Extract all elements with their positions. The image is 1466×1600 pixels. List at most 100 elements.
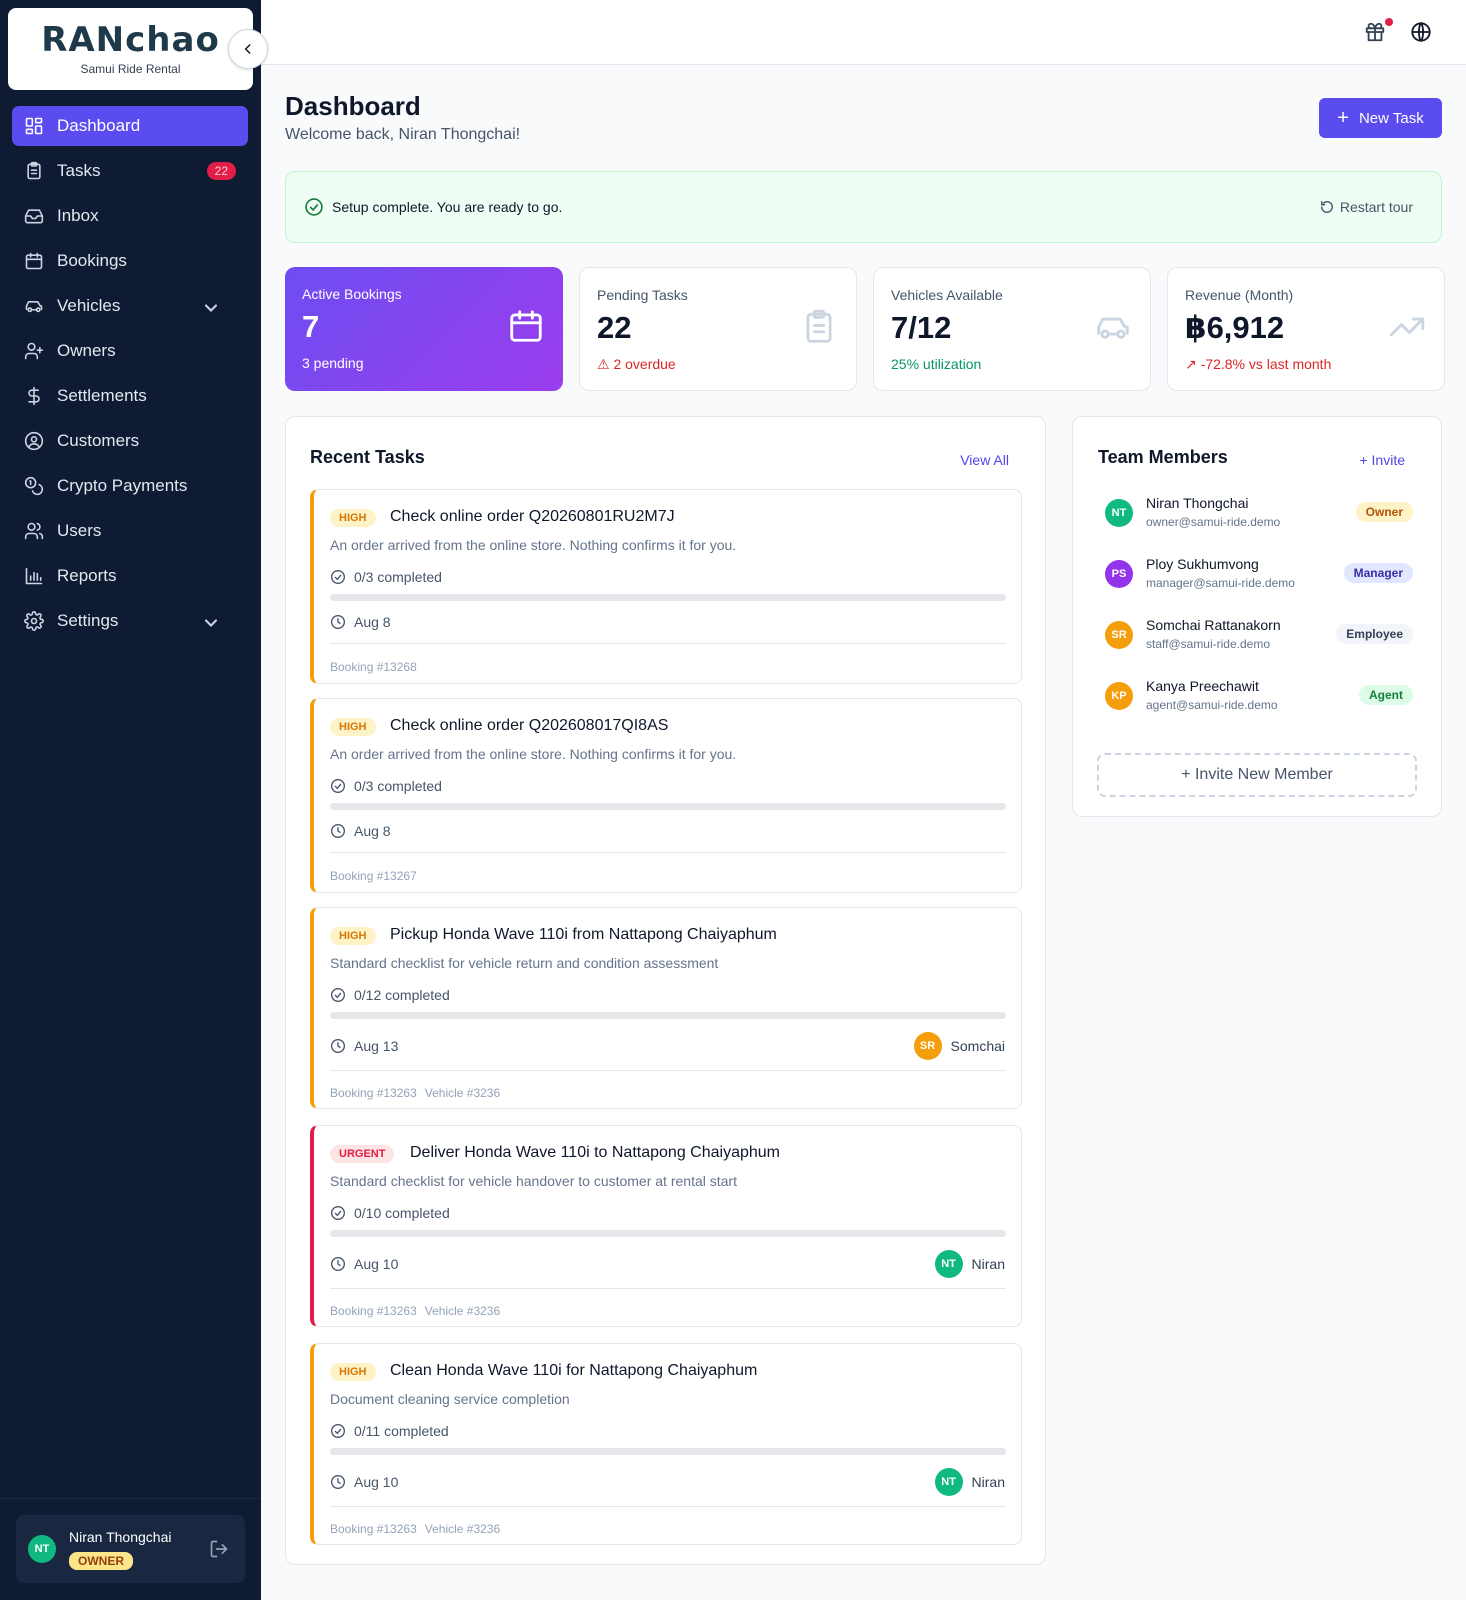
task-item[interactable]: URGENT Deliver Honda Wave 110i to Nattapo…	[310, 1125, 1022, 1327]
stat-label: Active Bookings	[302, 286, 402, 302]
task-title: Check online order Q20260801RU2M7J	[390, 508, 675, 525]
task-reference[interactable]: Vehicle #3236	[425, 1304, 500, 1318]
task-due-date: Aug 10	[330, 1256, 398, 1272]
task-reference[interactable]: Booking #13267	[330, 869, 417, 883]
calendar-icon	[25, 252, 43, 270]
task-item[interactable]: HIGH Check online order Q20260801RU2M7J An…	[310, 489, 1022, 684]
sidebar-item-label: Reports	[57, 566, 117, 585]
task-reference[interactable]: Booking #13263	[330, 1522, 417, 1536]
progress-label: 0/3 completed	[354, 778, 442, 794]
clock-icon	[331, 1039, 345, 1053]
collapse-sidebar-button[interactable]	[228, 29, 268, 69]
task-references: Booking #13263 Vehicle #3236	[330, 1522, 508, 1536]
member-name: Ploy Sukhumvong	[1146, 556, 1259, 572]
team-member-row[interactable]: NT Niran Thongchai owner@samui-ride.demo Ow…	[1105, 495, 1413, 535]
setup-banner: Setup complete. You are ready to go. Res…	[285, 171, 1442, 243]
check-circle-icon	[331, 570, 345, 584]
sidebar-item-crypto-payments[interactable]: Crypto Payments	[12, 466, 248, 506]
restart-tour-label: Restart tour	[1339, 199, 1413, 215]
check-circle-icon	[331, 988, 345, 1002]
plus-icon: +	[1337, 107, 1349, 129]
stat-footnote: ↗ -72.8% vs last month	[1185, 356, 1331, 373]
task-progress-text: 0/11 completed	[330, 1423, 449, 1439]
task-item[interactable]: HIGH Clean Honda Wave 110i for Nattapong …	[310, 1343, 1022, 1545]
task-reference[interactable]: Booking #13268	[330, 660, 417, 674]
priority-badge: HIGH	[330, 1363, 376, 1381]
sidebar-item-settlements[interactable]: Settlements	[12, 376, 248, 416]
team-member-row[interactable]: PS Ploy Sukhumvong manager@samui-ride.demo…	[1105, 556, 1413, 596]
notification-dot	[1385, 18, 1393, 26]
task-assignee[interactable]: SR Somchai	[913, 1032, 1005, 1060]
current-user-name: Niran Thongchai	[69, 1529, 172, 1545]
stat-card-active-bookings[interactable]: Active Bookings 7 3 pending	[285, 267, 563, 391]
task-item[interactable]: HIGH Pickup Honda Wave 110i from Nattapon…	[310, 907, 1022, 1109]
task-assignee[interactable]: NT Niran	[934, 1250, 1005, 1278]
view-all-link[interactable]: View All	[960, 452, 1009, 468]
sidebar-item-users[interactable]: Users	[12, 511, 248, 551]
task-reference[interactable]: Vehicle #3236	[425, 1086, 500, 1100]
stat-footnote: 3 pending	[302, 355, 364, 371]
divider	[330, 1506, 1006, 1507]
new-task-button[interactable]: + New Task	[1319, 98, 1442, 138]
task-assignee[interactable]: NT Niran	[934, 1468, 1005, 1496]
stat-icon-wrap	[507, 307, 545, 345]
sidebar-item-bookings[interactable]: Bookings	[12, 241, 248, 281]
task-title: Clean Honda Wave 110i for Nattapong Chai…	[390, 1362, 758, 1379]
sidebar-item-label: Tasks	[57, 161, 101, 180]
sidebar-item-tasks[interactable]: Tasks 22	[12, 151, 248, 191]
assignee-name: Somchai	[950, 1038, 1005, 1054]
trending-up-icon	[1389, 317, 1425, 337]
inbox-icon	[24, 209, 44, 224]
task-description: Standard checklist for vehicle return an…	[330, 955, 719, 971]
stat-footnote: 25% utilization	[891, 356, 981, 372]
task-progress-text: 0/3 completed	[330, 569, 442, 585]
sidebar-item-owners[interactable]: Owners	[12, 331, 248, 371]
stat-label: Revenue (Month)	[1185, 287, 1294, 303]
task-item[interactable]: HIGH Check online order Q202608017QI8AS An…	[310, 698, 1022, 893]
avatar: PS	[1105, 560, 1133, 588]
task-reference[interactable]: Booking #13263	[330, 1086, 417, 1100]
sidebar-item-dashboard[interactable]: Dashboard	[12, 106, 248, 146]
logo-text: RANchao	[41, 20, 220, 60]
warning-icon: ⚠	[597, 356, 614, 372]
task-progress-text: 0/12 completed	[330, 987, 450, 1003]
sidebar-item-inbox[interactable]: Inbox	[12, 196, 248, 236]
sidebar-item-label: Settlements	[57, 386, 147, 405]
stat-footnote-text: -72.8% vs last month	[1200, 356, 1332, 372]
setup-message: Setup complete. You are ready to go.	[332, 199, 563, 215]
chevron-down-icon	[204, 619, 218, 627]
task-due-date: Aug 8	[330, 823, 391, 839]
tasks-count-badge: 22	[206, 162, 236, 180]
stat-card-revenue-month[interactable]: Revenue (Month) ฿6,912 ↗ -72.8% vs last mo…	[1167, 267, 1445, 391]
stat-card-pending-tasks[interactable]: Pending Tasks 22 ⚠ 2 overdue	[579, 267, 857, 391]
globe-icon[interactable]	[1410, 21, 1432, 43]
task-due-date: Aug 8	[330, 614, 391, 630]
team-member-row[interactable]: SR Somchai Rattanakorn staff@samui-ride.de…	[1105, 617, 1413, 657]
restart-tour-button[interactable]: Restart tour	[1320, 199, 1413, 215]
progress-label: 0/12 completed	[354, 987, 450, 1003]
sidebar-item-reports[interactable]: Reports	[12, 556, 248, 596]
task-reference[interactable]: Booking #13263	[330, 1304, 417, 1318]
sidebar-item-vehicles[interactable]: Vehicles	[12, 286, 248, 326]
clock-icon	[331, 1475, 345, 1489]
stat-card-vehicles-available[interactable]: Vehicles Available 7/12 25% utilization	[873, 267, 1151, 391]
avatar: NT	[28, 1535, 56, 1563]
team-member-row[interactable]: KP Kanya Preechawit agent@samui-ride.demo A…	[1105, 678, 1413, 718]
current-user-card[interactable]: NT Niran Thongchai OWNER	[16, 1515, 245, 1583]
task-description: An order arrived from the online store. …	[330, 746, 737, 762]
users-icon	[24, 522, 44, 540]
due-date-label: Aug 8	[354, 823, 391, 839]
progress-label: 0/3 completed	[354, 569, 442, 585]
avatar: SR	[1105, 621, 1133, 649]
invite-link[interactable]: + Invite	[1359, 452, 1405, 468]
role-badge: Employee	[1336, 624, 1413, 644]
chevron-left-icon	[244, 44, 251, 54]
logout-icon[interactable]	[209, 1539, 229, 1559]
sidebar-item-customers[interactable]: Customers	[12, 421, 248, 461]
role-badge: Manager	[1343, 563, 1413, 583]
gift-icon[interactable]	[1364, 21, 1386, 43]
invite-new-member-button[interactable]: + Invite New Member	[1097, 753, 1417, 797]
sidebar-item-settings[interactable]: Settings	[12, 601, 248, 641]
task-reference[interactable]: Vehicle #3236	[425, 1522, 500, 1536]
logo[interactable]: RANchao Samui Ride Rental	[8, 8, 253, 90]
